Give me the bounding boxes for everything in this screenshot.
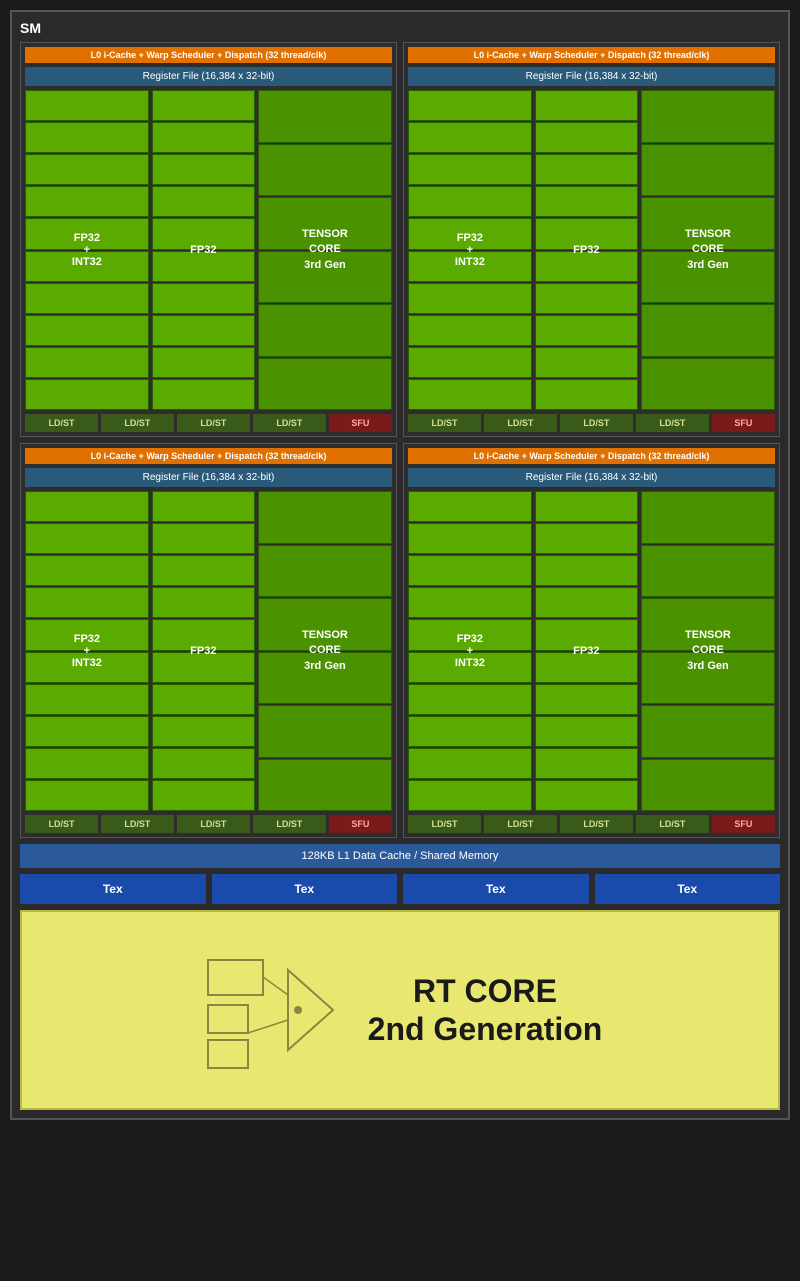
fp32-block-1: FP32 bbox=[152, 90, 255, 410]
register-file-bar-2: Register File (16,384 x 32-bit) bbox=[408, 67, 775, 86]
ldst-unit-3-2: LD/ST bbox=[101, 815, 174, 833]
tensor-block-4: TENSORCORE3rd Gen bbox=[641, 491, 775, 811]
ldst-unit-3-4: LD/ST bbox=[253, 815, 326, 833]
rt-core-label: RT CORE 2nd Generation bbox=[368, 972, 603, 1049]
quadrant-grid: L0 i-Cache + Warp Scheduler + Dispatch (… bbox=[20, 42, 780, 838]
ldst-unit-3-1: LD/ST bbox=[25, 815, 98, 833]
register-file-bar-1: Register File (16,384 x 32-bit) bbox=[25, 67, 392, 86]
fp32-int32-block-4: FP32+INT32 bbox=[408, 491, 532, 811]
tex-unit-3: Tex bbox=[403, 874, 589, 904]
quadrant-1: L0 i-Cache + Warp Scheduler + Dispatch (… bbox=[20, 42, 397, 437]
quadrant-2: L0 i-Cache + Warp Scheduler + Dispatch (… bbox=[403, 42, 780, 437]
ldst-unit-4-3: LD/ST bbox=[560, 815, 633, 833]
tensor-block-2: TENSORCORE3rd Gen bbox=[641, 90, 775, 410]
ldst-unit-3-3: LD/ST bbox=[177, 815, 250, 833]
ldst-unit-1-1: LD/ST bbox=[25, 414, 98, 432]
ldst-unit-4-4: LD/ST bbox=[636, 815, 709, 833]
fp32-int32-block-3: FP32+INT32 bbox=[25, 491, 149, 811]
fp32-block-2: FP32 bbox=[535, 90, 638, 410]
tex-row: Tex Tex Tex Tex bbox=[20, 874, 780, 904]
tex-unit-4: Tex bbox=[595, 874, 781, 904]
warp-scheduler-bar-3: L0 i-Cache + Warp Scheduler + Dispatch (… bbox=[25, 448, 392, 464]
bottom-units-4: LD/ST LD/ST LD/ST LD/ST SFU bbox=[408, 815, 775, 833]
warp-scheduler-bar-4: L0 i-Cache + Warp Scheduler + Dispatch (… bbox=[408, 448, 775, 464]
bottom-units-3: LD/ST LD/ST LD/ST LD/ST SFU bbox=[25, 815, 392, 833]
sfu-unit-1: SFU bbox=[329, 414, 392, 432]
rt-core-diagram bbox=[198, 940, 338, 1080]
warp-scheduler-bar-2: L0 i-Cache + Warp Scheduler + Dispatch (… bbox=[408, 47, 775, 63]
fp32-int32-block-1: FP32+INT32 bbox=[25, 90, 149, 410]
tex-unit-2: Tex bbox=[212, 874, 398, 904]
register-file-bar-3: Register File (16,384 x 32-bit) bbox=[25, 468, 392, 487]
ldst-unit-2-3: LD/ST bbox=[560, 414, 633, 432]
cores-area-2: FP32+INT32 FP32 TENSORCORE3rd Gen bbox=[408, 90, 775, 410]
warp-scheduler-bar-1: L0 i-Cache + Warp Scheduler + Dispatch (… bbox=[25, 47, 392, 63]
l1-cache-bar: 128KB L1 Data Cache / Shared Memory bbox=[20, 844, 780, 868]
cores-area-1: FP32+INT32 FP32 TENSORCORE3rd Gen bbox=[25, 90, 392, 410]
sfu-unit-2: SFU bbox=[712, 414, 775, 432]
tensor-block-3: TENSORCORE3rd Gen bbox=[258, 491, 392, 811]
quadrant-3: L0 i-Cache + Warp Scheduler + Dispatch (… bbox=[20, 443, 397, 838]
ldst-unit-1-3: LD/ST bbox=[177, 414, 250, 432]
bottom-units-2: LD/ST LD/ST LD/ST LD/ST SFU bbox=[408, 414, 775, 432]
ldst-unit-2-1: LD/ST bbox=[408, 414, 481, 432]
tex-unit-1: Tex bbox=[20, 874, 206, 904]
fp32-int32-block-2: FP32+INT32 bbox=[408, 90, 532, 410]
sfu-unit-3: SFU bbox=[329, 815, 392, 833]
fp32-block-4: FP32 bbox=[535, 491, 638, 811]
bottom-units-1: LD/ST LD/ST LD/ST LD/ST SFU bbox=[25, 414, 392, 432]
ldst-unit-4-1: LD/ST bbox=[408, 815, 481, 833]
ldst-unit-2-4: LD/ST bbox=[636, 414, 709, 432]
sm-container: SM L0 i-Cache + Warp Scheduler + Dispatc… bbox=[10, 10, 790, 1120]
quadrant-4: L0 i-Cache + Warp Scheduler + Dispatch (… bbox=[403, 443, 780, 838]
register-file-bar-4: Register File (16,384 x 32-bit) bbox=[408, 468, 775, 487]
cores-area-4: FP32+INT32 FP32 TENSORCORE3rd Gen bbox=[408, 491, 775, 811]
ldst-unit-1-4: LD/ST bbox=[253, 414, 326, 432]
ldst-unit-2-2: LD/ST bbox=[484, 414, 557, 432]
rt-core-container: RT CORE 2nd Generation bbox=[20, 910, 780, 1110]
ldst-unit-1-2: LD/ST bbox=[101, 414, 174, 432]
sm-label: SM bbox=[20, 20, 780, 36]
fp32-block-3: FP32 bbox=[152, 491, 255, 811]
ldst-unit-4-2: LD/ST bbox=[484, 815, 557, 833]
cores-area-3: FP32+INT32 FP32 TENSORCORE3rd Gen bbox=[25, 491, 392, 811]
tensor-block-1: TENSORCORE3rd Gen bbox=[258, 90, 392, 410]
sfu-unit-4: SFU bbox=[712, 815, 775, 833]
